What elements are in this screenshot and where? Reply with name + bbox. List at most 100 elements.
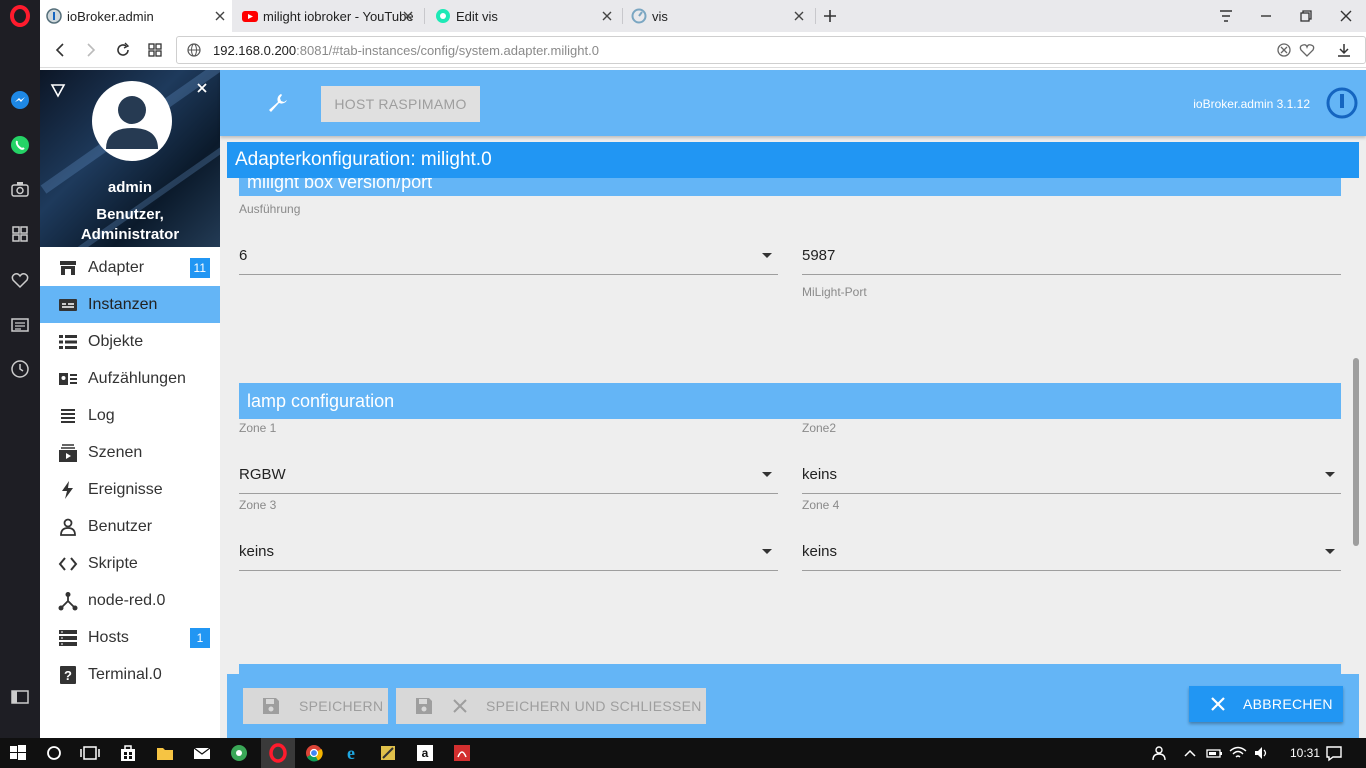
windows-start-icon[interactable] [8, 743, 28, 763]
close-icon [1211, 697, 1225, 711]
field-label-port: MiLight-Port [802, 285, 867, 299]
address-field[interactable]: 192.168.0.200:8081/#tab-instances/config… [176, 36, 1366, 64]
search-icon[interactable] [44, 743, 64, 763]
sidebar-item-terminal[interactable]: ? Terminal.0 [40, 656, 220, 693]
volume-icon[interactable] [1252, 743, 1272, 763]
notifications-icon[interactable] [1324, 743, 1344, 763]
adapter-icon [60, 260, 76, 275]
wrench-icon[interactable] [266, 91, 290, 115]
main-content: HOST RASPIMAMO ioBroker.admin 3.1.12 Ada… [220, 70, 1366, 738]
close-menu-icon[interactable] [196, 82, 208, 94]
speed-dial-icon[interactable] [8, 222, 32, 246]
sidebar-item-label: node-red.0 [88, 591, 166, 609]
tab-menu-icon[interactable] [1218, 8, 1234, 24]
hosts-icon [59, 629, 77, 646]
field-label-version: Ausführung [239, 202, 301, 216]
close-window-icon[interactable] [1338, 8, 1354, 24]
sidebar-item-aufzaehlungen[interactable]: Aufzählungen [40, 360, 220, 397]
sidebar-item-hosts[interactable]: Hosts 1 [40, 619, 220, 656]
sidebar-item-log[interactable]: Log [40, 397, 220, 434]
sidebar-item-skripte[interactable]: Skripte [40, 545, 220, 582]
forward-icon[interactable] [83, 42, 99, 58]
sidebar-item-ereignisse[interactable]: Ereignisse [40, 471, 220, 508]
sidebar-item-label: Benutzer [88, 517, 153, 535]
field-label-zone1: Zone 1 [239, 421, 277, 435]
mail-icon[interactable] [192, 743, 212, 763]
new-tab-icon[interactable] [822, 8, 838, 24]
store-icon[interactable] [118, 743, 138, 763]
news-icon[interactable] [8, 313, 32, 337]
tab-vis[interactable]: vis [625, 0, 811, 32]
dialog-scrollbar[interactable] [1353, 358, 1359, 546]
whatsapp-icon[interactable] [8, 133, 32, 157]
download-icon[interactable] [1336, 42, 1352, 58]
bookmarks-heart-icon[interactable] [8, 268, 32, 292]
admin-version-label: ioBroker.admin 3.1.12 [1193, 97, 1310, 111]
adblock-icon[interactable] [1277, 43, 1291, 57]
bookmark-heart-icon[interactable] [1299, 43, 1315, 57]
taskbar-clock[interactable]: 10:31 [1290, 746, 1320, 760]
tab-iobroker-admin[interactable]: ioBroker.admin [40, 0, 232, 32]
close-tab-icon[interactable] [599, 8, 615, 24]
taskbar-opera-active[interactable] [261, 738, 295, 768]
svg-text:e: e [347, 743, 355, 763]
chrome-icon[interactable] [304, 743, 324, 763]
port-input[interactable]: 5987 [802, 235, 1341, 275]
zone2-select[interactable]: keins [802, 454, 1341, 494]
minimize-icon[interactable] [1258, 8, 1274, 24]
zone3-select[interactable]: keins [239, 531, 778, 571]
save-button[interactable]: SPEICHERN [243, 688, 388, 724]
app-green-icon[interactable] [229, 743, 249, 763]
log-icon [61, 408, 75, 423]
messenger-icon[interactable] [8, 88, 32, 112]
host-select-button[interactable]: HOST RASPIMAMO [321, 86, 480, 122]
history-icon[interactable] [8, 357, 32, 381]
iobroker-logo-icon[interactable] [1325, 86, 1359, 120]
camera-icon[interactable] [8, 177, 32, 201]
wifi-icon[interactable] [1228, 743, 1248, 763]
reload-icon[interactable] [115, 42, 131, 58]
pdf-reader-icon[interactable] [452, 743, 472, 763]
back-icon[interactable] [52, 42, 68, 58]
sidebar-item-node-red[interactable]: node-red.0 [40, 582, 220, 619]
internet-explorer-icon[interactable]: e [341, 743, 361, 763]
profile-role-line: Administrator [80, 226, 180, 243]
sidebar-item-instanzen[interactable]: Instanzen [40, 286, 220, 323]
user-icon [60, 518, 76, 536]
sidebar-item-szenen[interactable]: Szenen [40, 434, 220, 471]
zone1-select[interactable]: RGBW [239, 454, 778, 494]
task-view-icon[interactable] [80, 743, 100, 763]
close-tab-icon[interactable] [400, 8, 416, 24]
close-tab-icon[interactable] [212, 8, 228, 24]
speed-dial-grid-icon[interactable] [147, 42, 163, 58]
collapse-menu-icon[interactable] [50, 82, 66, 98]
tray-chevron-up-icon[interactable] [1180, 743, 1200, 763]
iobroker-favicon-icon [46, 8, 62, 24]
url-text: 192.168.0.200:8081/#tab-instances/config… [213, 43, 599, 58]
sidebar-toggle-icon[interactable] [8, 685, 32, 709]
app-tool-icon[interactable] [378, 743, 398, 763]
people-icon[interactable] [1150, 743, 1170, 763]
close-tab-icon[interactable] [791, 8, 807, 24]
opera-logo-icon[interactable] [8, 4, 32, 28]
restore-icon[interactable] [1298, 8, 1314, 24]
windows-taskbar: e a 10:31 [0, 738, 1366, 768]
save-label: SPEICHERN [299, 698, 384, 714]
tab-edit-vis[interactable]: Edit vis [429, 0, 619, 32]
url-host: 192.168.0.200 [213, 43, 297, 58]
tab-title: ioBroker.admin [67, 8, 154, 24]
sidebar-item-benutzer[interactable]: Benutzer [40, 508, 220, 545]
scenes-icon [59, 443, 77, 462]
dropdown-arrow-icon [762, 472, 772, 477]
amazon-icon[interactable]: a [415, 743, 435, 763]
save-and-close-button[interactable]: SPEICHERN UND SCHLIESSEN [396, 688, 706, 724]
cancel-button[interactable]: ABBRECHEN [1189, 686, 1343, 722]
version-select[interactable]: 6 [239, 235, 778, 275]
sidebar-item-objekte[interactable]: Objekte [40, 323, 220, 360]
save-and-close-label: SPEICHERN UND SCHLIESSEN [486, 698, 702, 714]
zone4-select[interactable]: keins [802, 531, 1341, 571]
sidebar-item-adapter[interactable]: Adapter 11 [40, 249, 220, 286]
tab-youtube[interactable]: milight iobroker - YouTube [236, 0, 420, 32]
battery-icon[interactable] [1204, 743, 1224, 763]
file-explorer-icon[interactable] [155, 743, 175, 763]
